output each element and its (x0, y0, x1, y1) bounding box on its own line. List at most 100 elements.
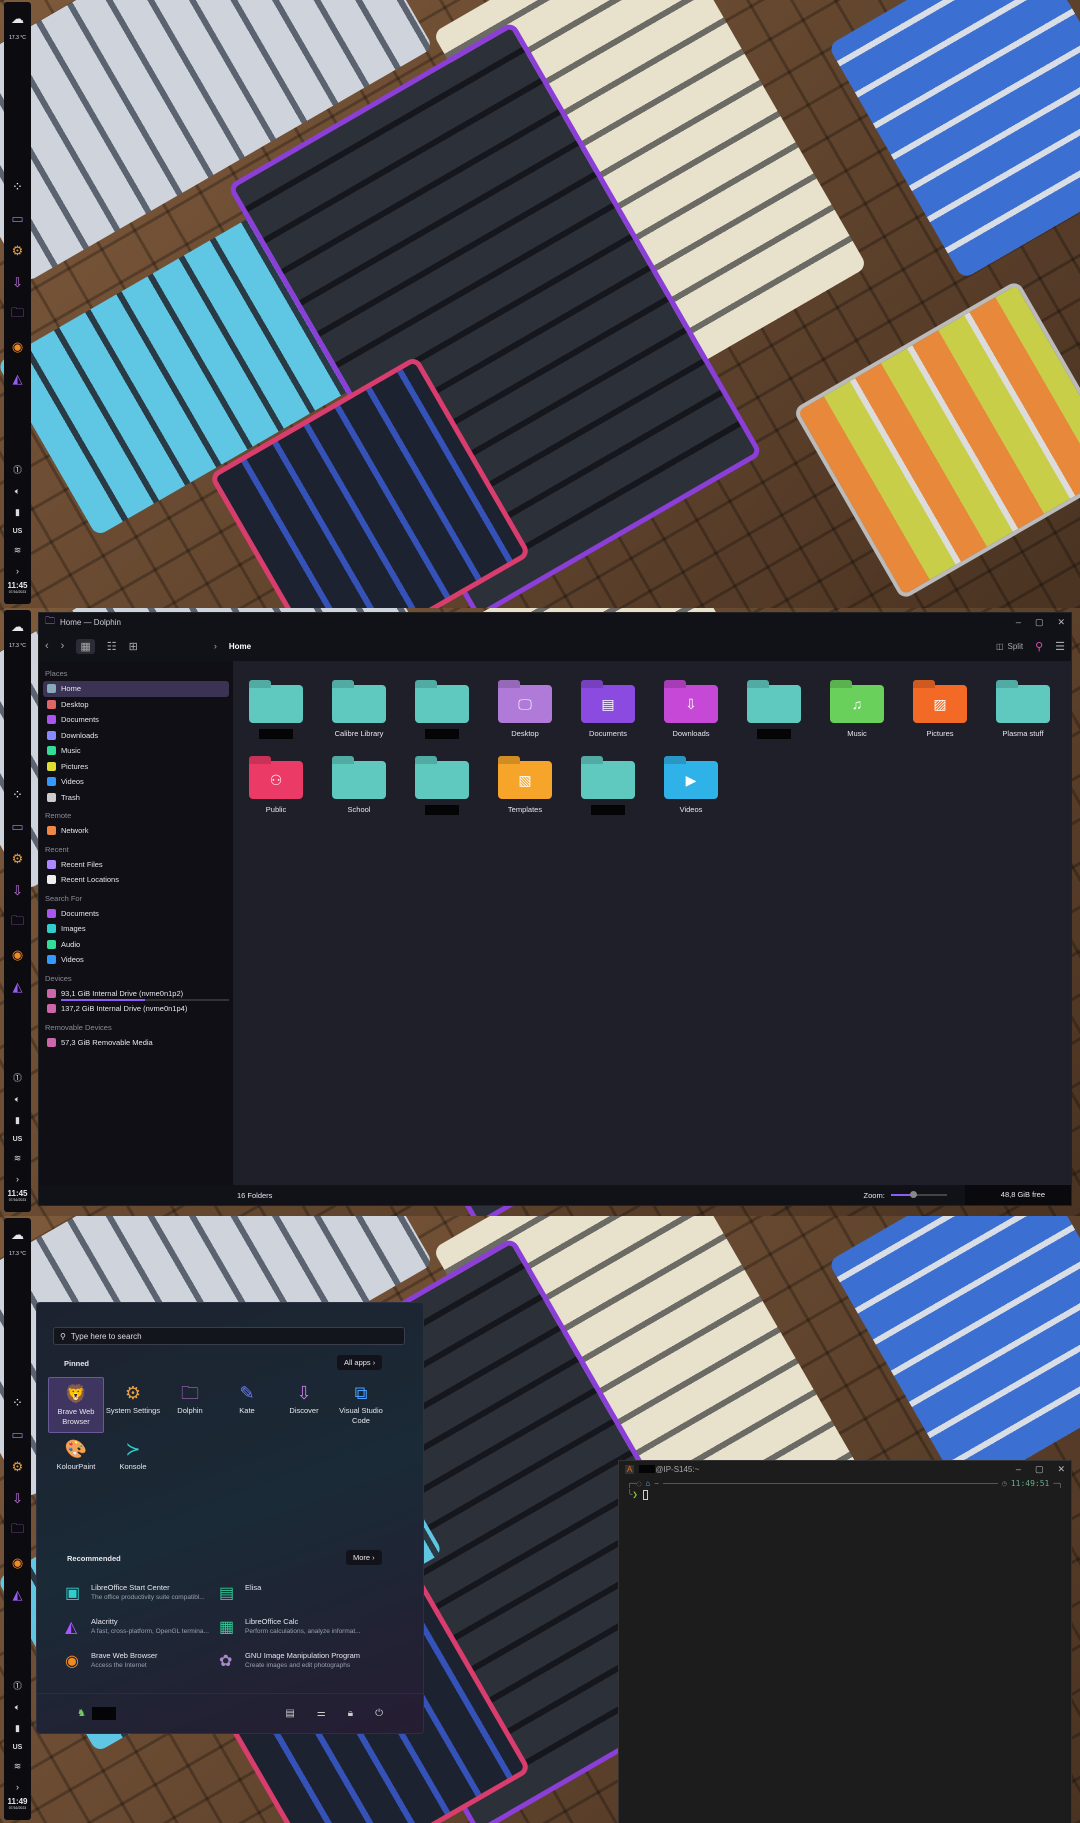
sidebar-item[interactable]: Documents (43, 712, 229, 728)
wifi-icon[interactable]: ≋ (14, 1761, 22, 1772)
sidebar-item[interactable]: Audio (43, 937, 229, 953)
folder-item[interactable]: ▨ Pictures (905, 685, 975, 738)
recommended-item[interactable]: ✿ GNU Image Manipulation Program Create im… (219, 1651, 389, 1671)
keyboard-layout[interactable]: US (13, 1136, 23, 1143)
all-apps-button[interactable]: All apps › (337, 1355, 383, 1370)
settings-icon[interactable]: ⚙ (9, 850, 27, 868)
sidebar-item[interactable]: Downloads (43, 728, 229, 744)
details-view-button[interactable]: ⊞ (129, 640, 138, 653)
settings-icon[interactable]: ⚙ (9, 1458, 27, 1476)
discover-icon[interactable]: ⇩ (9, 882, 27, 900)
more-button[interactable]: More › (346, 1550, 382, 1565)
terminal-window[interactable]: A @IP-S145:~ – ▢ ✕ ╭─◌ ⌂ ~ ◷ 11:49:51 ─╮ ╰❯ (618, 1460, 1072, 1823)
weather-icon[interactable]: ☁ (9, 618, 27, 636)
pinned-app[interactable]: ≻ Konsole (105, 1433, 161, 1489)
folder-item[interactable] (407, 685, 477, 741)
pinned-app[interactable]: 🦁 Brave Web Browser (48, 1377, 104, 1433)
recommended-item[interactable]: ◉ Brave Web Browser Access the Internet (65, 1651, 235, 1671)
sidebar-item[interactable]: Videos (43, 952, 229, 968)
sidebar-item[interactable]: Recent Files (43, 857, 229, 873)
pinned-app[interactable]: 🗀 Dolphin (162, 1377, 218, 1433)
updates-icon[interactable]: ⓵ (13, 1679, 22, 1692)
sidebar-item[interactable]: Videos (43, 774, 229, 790)
sidebar-item[interactable]: Recent Locations (43, 872, 229, 888)
wifi-icon[interactable]: ≋ (14, 545, 22, 556)
folder-item[interactable] (407, 761, 477, 817)
sidebar-item[interactable]: Network (43, 823, 229, 839)
minimize-button[interactable]: – (1016, 617, 1021, 628)
tray-expand[interactable]: › (16, 1782, 19, 1792)
folder-item[interactable] (573, 761, 643, 817)
weather-icon[interactable]: ☁ (9, 1226, 27, 1244)
folder-item[interactable]: School (324, 761, 394, 814)
usb-icon[interactable]: ▮ (15, 1115, 20, 1126)
volume-icon[interactable]: 🔈︎ (15, 1094, 20, 1105)
virtual-desktops-icon[interactable]: ▭ (9, 210, 27, 228)
settings-sliders-icon[interactable]: ⚌ (317, 1708, 326, 1719)
forward-button[interactable]: › (61, 640, 65, 652)
files-icon[interactable]: ▤ (285, 1708, 294, 1719)
brave-icon[interactable]: ◉ (9, 1554, 27, 1572)
zoom-slider[interactable] (890, 1191, 947, 1198)
virtual-desktops-icon[interactable]: ▭ (9, 1426, 27, 1444)
recommended-item[interactable]: ▦ LibreOffice Calc Perform calculations, a… (219, 1617, 389, 1637)
sidebar-item[interactable]: 137,2 GiB Internal Drive (nvme0n1p4) (43, 1001, 229, 1017)
icons-view-button[interactable]: ▦ (76, 638, 95, 654)
back-button[interactable]: ‹ (45, 640, 49, 652)
lock-icon[interactable]: 🔒︎ (348, 1708, 353, 1719)
dolphin-icon[interactable]: 🗀 (9, 1521, 27, 1540)
usb-icon[interactable]: ▮ (15, 507, 20, 518)
dolphin-icon[interactable]: 🗀 (9, 913, 27, 932)
pinned-app[interactable]: ✎ Kate (219, 1377, 275, 1433)
close-button[interactable]: ✕ (1057, 617, 1065, 628)
breadcrumb-home[interactable]: Home (229, 642, 251, 651)
recommended-item[interactable]: ▤ Elisa (219, 1583, 389, 1603)
virtual-desktops-icon[interactable]: ▭ (9, 818, 27, 836)
close-button[interactable]: ✕ (1057, 1464, 1065, 1475)
folder-item[interactable]: ⚇ Public (241, 761, 311, 814)
overview-icon[interactable]: ⁘ (9, 178, 27, 196)
keyboard-layout[interactable]: US (13, 528, 23, 535)
dolphin-icon[interactable]: 🗀 (9, 305, 27, 324)
tray-expand[interactable]: › (16, 1174, 19, 1184)
updates-icon[interactable]: ⓵ (13, 463, 22, 476)
menu-icon[interactable]: ☰ (1055, 640, 1065, 653)
clock[interactable]: 11:45 (7, 581, 27, 590)
minimize-button[interactable]: – (1016, 1464, 1021, 1475)
pinned-app[interactable]: ⧉ Visual Studio Code (333, 1377, 389, 1433)
updates-icon[interactable]: ⓵ (13, 1071, 22, 1084)
alacritty-icon[interactable]: ◭ (9, 1586, 27, 1604)
sidebar-item[interactable]: Music (43, 743, 229, 759)
alacritty-icon[interactable]: ◭ (9, 370, 27, 388)
folder-item[interactable] (241, 685, 311, 741)
folder-item[interactable]: ⇩ Downloads (656, 685, 726, 738)
clock[interactable]: 11:45 (7, 1189, 27, 1198)
pinned-app[interactable]: ⚙ System Settings (105, 1377, 161, 1433)
pinned-app[interactable]: 🎨 KolourPaint (48, 1433, 104, 1489)
maximize-button[interactable]: ▢ (1035, 617, 1044, 628)
folder-item[interactable]: ▶ Videos (656, 761, 726, 814)
sidebar-item[interactable]: Documents (43, 906, 229, 922)
brave-icon[interactable]: ◉ (9, 338, 27, 356)
maximize-button[interactable]: ▢ (1035, 1464, 1044, 1475)
clock[interactable]: 11:49 (7, 1797, 27, 1806)
compact-view-button[interactable]: ☷ (107, 640, 117, 653)
folder-item[interactable] (739, 685, 809, 741)
user-avatar[interactable]: ♞ (77, 1708, 86, 1719)
overview-icon[interactable]: ⁘ (9, 786, 27, 804)
usb-icon[interactable]: ▮ (15, 1723, 20, 1734)
folder-item[interactable]: Calibre Library (324, 685, 394, 738)
discover-icon[interactable]: ⇩ (9, 1490, 27, 1508)
sidebar-item[interactable]: Home (43, 681, 229, 697)
split-button[interactable]: ◫ Split (996, 642, 1023, 651)
folder-item[interactable]: Plasma stuff (988, 685, 1058, 738)
search-icon[interactable]: ⚲ (1035, 640, 1043, 653)
discover-icon[interactable]: ⇩ (9, 274, 27, 292)
pinned-app[interactable]: ⇩ Discover (276, 1377, 332, 1433)
folder-item[interactable]: ♫ Music (822, 685, 892, 738)
settings-icon[interactable]: ⚙ (9, 242, 27, 260)
weather-icon[interactable]: ☁ (9, 10, 27, 28)
recommended-item[interactable]: ◭ Alacritty A fast, cross-platform, OpenGL… (65, 1617, 235, 1637)
overview-icon[interactable]: ⁘ (9, 1394, 27, 1412)
wifi-icon[interactable]: ≋ (14, 1153, 22, 1164)
